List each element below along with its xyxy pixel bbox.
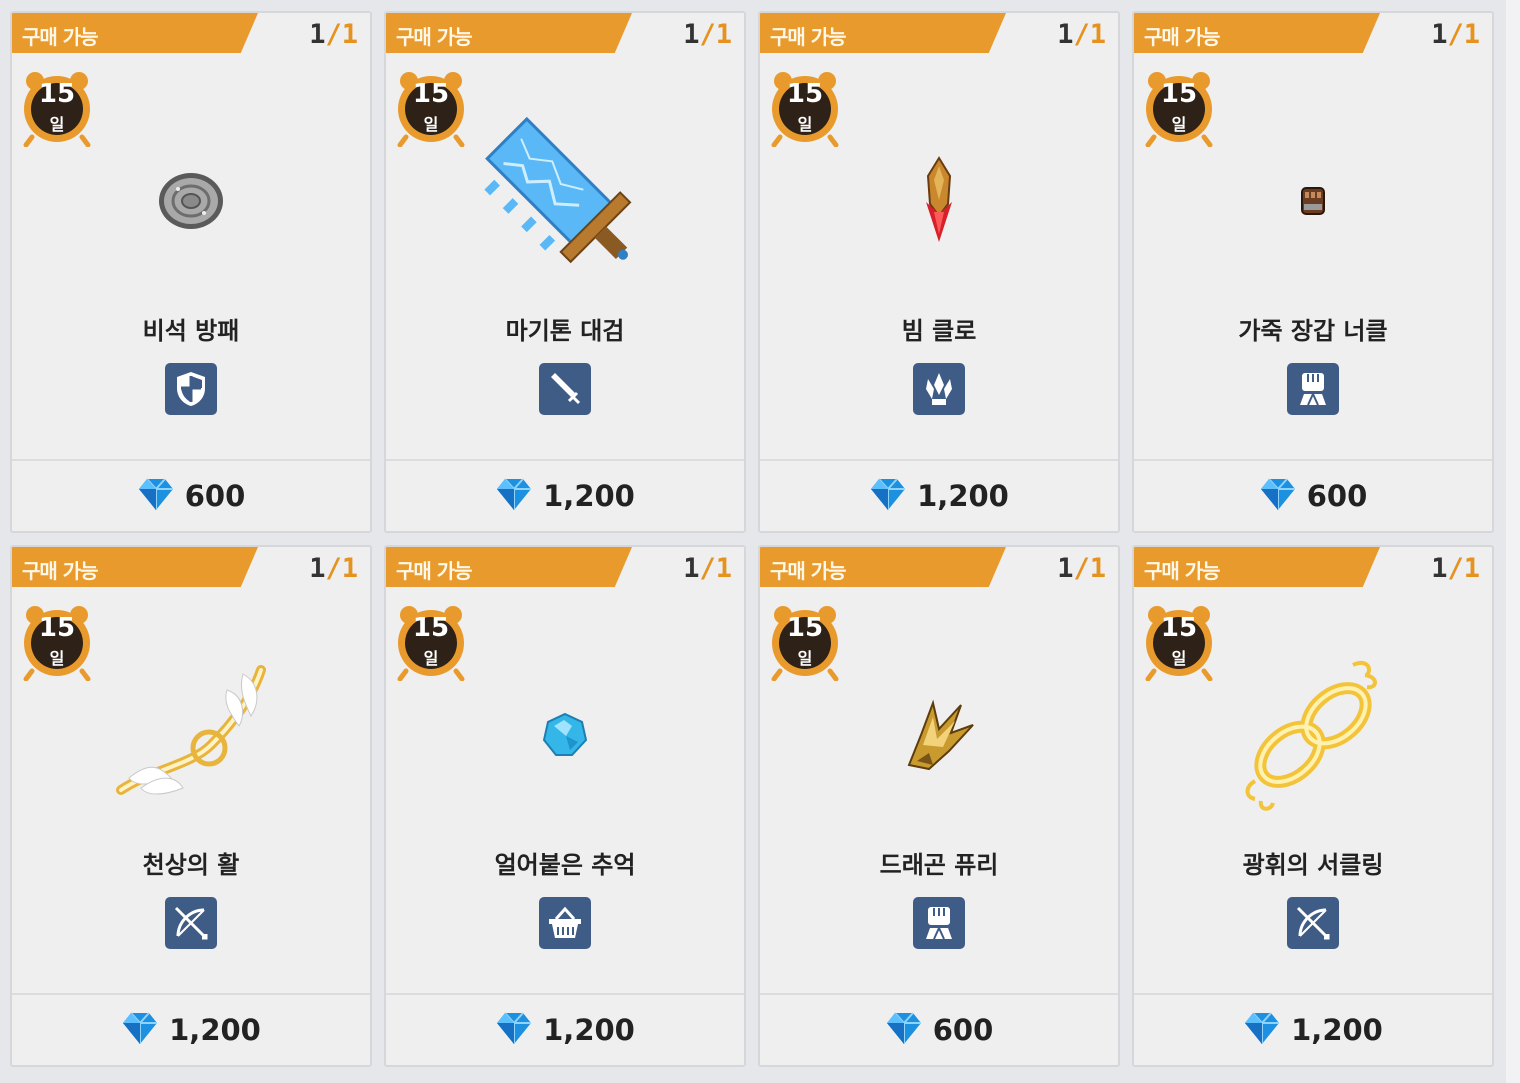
shop-item-grid: 구매 가능 1/1 15 일 비석 방패 600 구매 가능 1/1 15 일 … xyxy=(10,11,1494,1067)
timer-days-value: 15 xyxy=(38,79,76,109)
celestial-bow-item-icon xyxy=(12,645,370,825)
item-name: 마기톤 대검 xyxy=(505,317,625,345)
shop-item-card[interactable]: 구매 가능 1/1 15 일 광휘의 서클링 1,200 xyxy=(1132,545,1494,1067)
price-row[interactable]: 1,200 xyxy=(1134,997,1492,1063)
item-name: 드래곤 퓨리 xyxy=(879,851,999,879)
card-divider xyxy=(1134,459,1492,461)
item-name: 빔 클로 xyxy=(901,317,977,345)
shop-item-card[interactable]: 구매 가능 1/1 15 일 빔 클로 1,200 xyxy=(758,11,1120,533)
leather-glove-knuckle-item-icon xyxy=(1134,111,1492,291)
basket-icon xyxy=(539,897,591,949)
item-name: 얼어붙은 추억 xyxy=(494,851,636,879)
shop-item-card[interactable]: 구매 가능 1/1 15 일 비석 방패 600 xyxy=(10,11,372,533)
price-row[interactable]: 1,200 xyxy=(760,463,1118,529)
item-price: 600 xyxy=(184,479,246,513)
item-price: 1,200 xyxy=(543,479,635,513)
timer-days-value: 15 xyxy=(412,613,450,643)
purchase-status-label: 구매 가능 xyxy=(1144,25,1221,49)
timer-days-value: 15 xyxy=(412,79,450,109)
shop-item-card[interactable]: 구매 가능 1/1 15 일 마기톤 대검 1,200 xyxy=(384,11,746,533)
purchase-status-label: 구매 가능 xyxy=(770,25,847,49)
timer-days-value: 15 xyxy=(786,613,824,643)
card-divider xyxy=(760,459,1118,461)
purchase-status-label: 구매 가능 xyxy=(396,25,473,49)
timer-days-value: 15 xyxy=(1160,613,1198,643)
item-price: 600 xyxy=(1306,479,1368,513)
price-row[interactable]: 1,200 xyxy=(12,997,370,1063)
diamond-icon xyxy=(1259,475,1297,517)
price-row[interactable]: 1,200 xyxy=(386,997,744,1063)
price-row[interactable]: 1,200 xyxy=(386,463,744,529)
diamond-icon xyxy=(1243,1009,1281,1051)
purchase-limit-count: 1/1 xyxy=(683,19,732,50)
magiton-greatsword-item-icon xyxy=(386,111,744,291)
sword-icon xyxy=(539,363,591,415)
frozen-memory-gem-item-icon xyxy=(386,645,744,825)
item-name: 천상의 활 xyxy=(142,851,240,879)
item-price: 1,200 xyxy=(169,1013,261,1047)
diamond-icon xyxy=(121,1009,159,1051)
diamond-icon xyxy=(495,1009,533,1051)
bow-icon xyxy=(165,897,217,949)
tombstone-shield-item-icon xyxy=(12,111,370,291)
price-row[interactable]: 600 xyxy=(760,997,1118,1063)
timer-days-value: 15 xyxy=(38,613,76,643)
shop-item-card[interactable]: 구매 가능 1/1 15 일 드래곤 퓨리 600 xyxy=(758,545,1120,1067)
card-divider xyxy=(1134,993,1492,995)
item-price: 600 xyxy=(932,1013,994,1047)
purchase-limit-count: 1/1 xyxy=(683,553,732,584)
bow-icon xyxy=(1287,897,1339,949)
item-price: 1,200 xyxy=(1291,1013,1383,1047)
beam-claw-item-icon xyxy=(760,111,1118,291)
card-divider xyxy=(386,993,744,995)
purchase-limit-count: 1/1 xyxy=(1057,553,1106,584)
shop-item-card[interactable]: 구매 가능 1/1 15 일 얼어붙은 추억 1,200 xyxy=(384,545,746,1067)
timer-days-value: 15 xyxy=(1160,79,1198,109)
item-price: 1,200 xyxy=(917,479,1009,513)
fist-icon xyxy=(1287,363,1339,415)
purchase-status-label: 구매 가능 xyxy=(396,559,473,583)
purchase-status-label: 구매 가능 xyxy=(1144,559,1221,583)
diamond-icon xyxy=(495,475,533,517)
radiant-circling-item-icon xyxy=(1134,645,1492,825)
purchase-limit-count: 1/1 xyxy=(1431,553,1480,584)
diamond-icon xyxy=(137,475,175,517)
purchase-limit-count: 1/1 xyxy=(309,19,358,50)
item-name: 비석 방패 xyxy=(142,317,240,345)
shop-item-card[interactable]: 구매 가능 1/1 15 일 천상의 활 1,200 xyxy=(10,545,372,1067)
scrollbar-track[interactable] xyxy=(1506,0,1520,1083)
purchase-status-label: 구매 가능 xyxy=(770,559,847,583)
purchase-limit-count: 1/1 xyxy=(1431,19,1480,50)
timer-days-value: 15 xyxy=(786,79,824,109)
card-divider xyxy=(12,459,370,461)
diamond-icon xyxy=(885,1009,923,1051)
item-name: 가죽 장갑 너클 xyxy=(1238,317,1388,345)
diamond-icon xyxy=(869,475,907,517)
price-row[interactable]: 600 xyxy=(1134,463,1492,529)
purchase-limit-count: 1/1 xyxy=(309,553,358,584)
purchase-status-label: 구매 가능 xyxy=(22,559,99,583)
item-price: 1,200 xyxy=(543,1013,635,1047)
fist-icon xyxy=(913,897,965,949)
shop-item-card[interactable]: 구매 가능 1/1 15 일 가죽 장갑 너클 600 xyxy=(1132,11,1494,533)
dragon-fury-item-icon xyxy=(760,645,1118,825)
claw-icon xyxy=(913,363,965,415)
card-divider xyxy=(12,993,370,995)
purchase-status-label: 구매 가능 xyxy=(22,25,99,49)
card-divider xyxy=(386,459,744,461)
shield-icon xyxy=(165,363,217,415)
card-divider xyxy=(760,993,1118,995)
purchase-limit-count: 1/1 xyxy=(1057,19,1106,50)
item-name: 광휘의 서클링 xyxy=(1242,851,1384,879)
price-row[interactable]: 600 xyxy=(12,463,370,529)
